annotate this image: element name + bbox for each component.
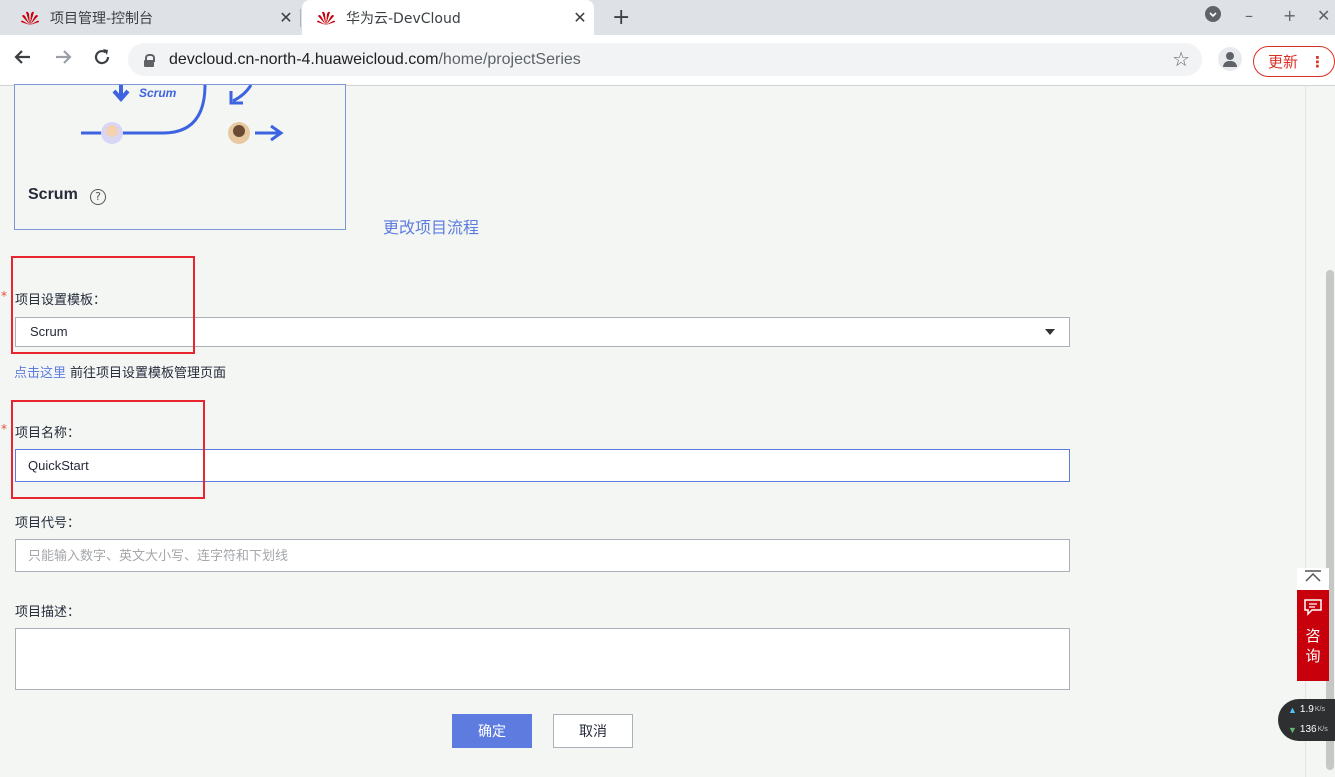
project-code-label: 项目代号：: [15, 516, 81, 531]
project-desc-label: 项目描述：: [15, 605, 81, 620]
update-label: 更新: [1268, 53, 1299, 71]
highlight-box-name: [11, 400, 205, 499]
update-button[interactable]: 更新 ⋮: [1253, 46, 1335, 77]
menu-dots-icon: ⋮: [1310, 52, 1326, 71]
close-tab-icon[interactable]: ✕: [566, 8, 594, 27]
confirm-button[interactable]: 确定: [452, 714, 532, 748]
consult-label: 咨询: [1305, 627, 1321, 665]
huawei-logo-icon: [21, 11, 39, 25]
forward-icon[interactable]: [50, 47, 76, 73]
change-project-flow-link[interactable]: 更改项目流程: [383, 214, 479, 238]
tab-separator: [300, 9, 301, 27]
browser-tab-devcloud[interactable]: 华为云-DevCloud ✕: [302, 0, 594, 35]
dropdown-caret-icon: [1045, 329, 1055, 335]
back-to-top-icon[interactable]: [1297, 568, 1329, 590]
tab-search-icon[interactable]: [1205, 6, 1221, 26]
lock-icon: [144, 53, 155, 67]
consult-button[interactable]: 咨询: [1297, 590, 1329, 681]
hint-text: 前往项目设置模板管理页面: [70, 366, 227, 381]
url-path: /home/projectSeries: [438, 50, 581, 68]
upload-arrow-icon: ▲: [1288, 704, 1297, 715]
click-here-link[interactable]: 点击这里: [14, 366, 66, 381]
browser-tab-bar: 项目管理-控制台 ✕ 华为云-DevCloud ✕ + – + ✕: [0, 0, 1335, 35]
diagram-label: Scrum: [139, 86, 177, 100]
download-speed: 136: [1299, 724, 1317, 735]
bookmark-star-icon[interactable]: ☆: [1172, 47, 1190, 72]
close-window-icon[interactable]: ✕: [1317, 6, 1330, 25]
required-asterisk: *: [1, 422, 7, 436]
project-create-page: Scrum Scrum ? 更改项目流程 * 项目设置模板： Scrum 点击这…: [0, 84, 1305, 777]
chat-icon: [1304, 599, 1322, 616]
profile-avatar-icon[interactable]: [1218, 47, 1242, 71]
download-arrow-icon: ▼: [1288, 724, 1297, 735]
new-tab-icon[interactable]: +: [612, 5, 630, 30]
template-hint: 点击这里 前往项目设置模板管理页面: [14, 362, 226, 381]
cancel-button[interactable]: 取消: [553, 714, 633, 748]
net-speed-widget: ▲ 1.9 K/s ▼ 136 K/s: [1278, 699, 1335, 741]
speed-unit: K/s: [1317, 726, 1328, 733]
minimize-icon[interactable]: –: [1245, 6, 1253, 25]
reload-icon[interactable]: [89, 47, 115, 73]
huawei-logo-icon: [317, 11, 335, 25]
tab-title: 华为云-DevCloud: [346, 10, 461, 27]
scrum-diagram-illustration: Scrum: [81, 85, 284, 144]
highlight-box-template: [11, 256, 195, 354]
page-scrollbar-thumb[interactable]: [1326, 270, 1334, 770]
process-name: Scrum: [28, 186, 78, 203]
browser-toolbar: devcloud.cn-north-4.huaweicloud.com/home…: [0, 35, 1335, 86]
speed-unit: K/s: [1314, 706, 1325, 713]
browser-tab-project-console[interactable]: 项目管理-控制台 ✕: [0, 0, 300, 35]
tab-title: 项目管理-控制台: [50, 10, 154, 27]
maximize-icon[interactable]: +: [1283, 6, 1296, 25]
back-icon[interactable]: [10, 47, 36, 73]
required-asterisk: *: [1, 289, 7, 303]
address-bar[interactable]: devcloud.cn-north-4.huaweicloud.com/home…: [128, 43, 1202, 76]
help-icon[interactable]: ?: [90, 189, 106, 205]
url-host: devcloud.cn-north-4.huaweicloud.com: [169, 50, 439, 68]
upload-speed: 1.9: [1299, 704, 1314, 715]
close-tab-icon[interactable]: ✕: [272, 8, 300, 27]
project-desc-textarea[interactable]: [15, 628, 1070, 690]
project-code-input[interactable]: [15, 539, 1070, 572]
process-card-scrum[interactable]: Scrum Scrum ?: [14, 84, 346, 230]
